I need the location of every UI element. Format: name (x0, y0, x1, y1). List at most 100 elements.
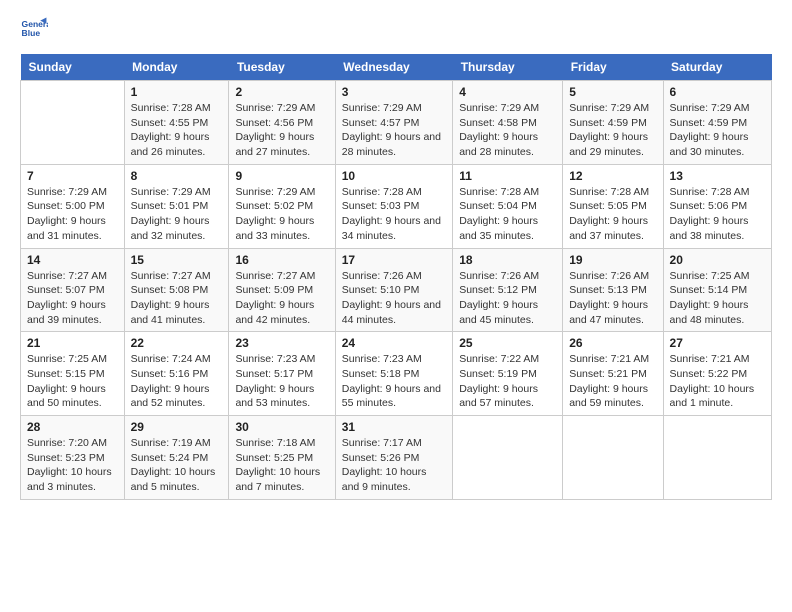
week-row-2: 7 Sunrise: 7:29 AMSunset: 5:00 PMDaylight… (21, 164, 772, 248)
day-info: Sunrise: 7:29 AMSunset: 4:58 PMDaylight:… (459, 101, 556, 160)
day-info: Sunrise: 7:26 AMSunset: 5:10 PMDaylight:… (342, 269, 446, 328)
day-number: 2 (235, 85, 328, 99)
calendar-cell: 10 Sunrise: 7:28 AMSunset: 5:03 PMDayligh… (335, 164, 452, 248)
col-header-tuesday: Tuesday (229, 54, 335, 81)
calendar-cell: 31Sunrise: 7:17 AMSunset: 5:26 PMDayligh… (335, 416, 452, 500)
calendar-cell (21, 81, 125, 165)
day-number: 9 (235, 169, 328, 183)
day-info: Sunrise: 7:21 AMSunset: 5:22 PMDaylight:… (670, 352, 765, 411)
col-header-wednesday: Wednesday (335, 54, 452, 81)
day-info: Sunrise: 7:22 AMSunset: 5:19 PMDaylight:… (459, 352, 556, 411)
day-info: Sunrise: 7:28 AMSunset: 5:04 PMDaylight:… (459, 185, 556, 244)
calendar-cell: 15 Sunrise: 7:27 AMSunset: 5:08 PMDayligh… (124, 248, 229, 332)
day-info: Sunrise: 7:26 AMSunset: 5:13 PMDaylight:… (569, 269, 656, 328)
day-info: Sunrise: 7:29 AMSunset: 5:00 PMDaylight:… (27, 185, 118, 244)
col-header-saturday: Saturday (663, 54, 771, 81)
logo-icon: General Blue (20, 16, 48, 44)
day-info: Sunrise: 7:29 AMSunset: 5:01 PMDaylight:… (131, 185, 223, 244)
calendar-table: SundayMondayTuesdayWednesdayThursdayFrid… (20, 54, 772, 500)
calendar-cell (663, 416, 771, 500)
day-info: Sunrise: 7:19 AMSunset: 5:24 PMDaylight:… (131, 436, 223, 495)
day-info: Sunrise: 7:24 AMSunset: 5:16 PMDaylight:… (131, 352, 223, 411)
calendar-cell: 28Sunrise: 7:20 AMSunset: 5:23 PMDayligh… (21, 416, 125, 500)
calendar-cell: 8 Sunrise: 7:29 AMSunset: 5:01 PMDaylight… (124, 164, 229, 248)
calendar-cell: 23 Sunrise: 7:23 AMSunset: 5:17 PMDayligh… (229, 332, 335, 416)
day-info: Sunrise: 7:29 AMSunset: 5:02 PMDaylight:… (235, 185, 328, 244)
col-header-friday: Friday (563, 54, 663, 81)
day-info: Sunrise: 7:17 AMSunset: 5:26 PMDaylight:… (342, 436, 446, 495)
col-header-monday: Monday (124, 54, 229, 81)
calendar-cell: 25 Sunrise: 7:22 AMSunset: 5:19 PMDayligh… (453, 332, 563, 416)
calendar-cell: 14 Sunrise: 7:27 AMSunset: 5:07 PMDayligh… (21, 248, 125, 332)
col-header-sunday: Sunday (21, 54, 125, 81)
day-number: 3 (342, 85, 446, 99)
calendar-cell: 24Sunrise: 7:23 AMSunset: 5:18 PMDayligh… (335, 332, 452, 416)
week-row-5: 28Sunrise: 7:20 AMSunset: 5:23 PMDayligh… (21, 416, 772, 500)
day-info: Sunrise: 7:28 AMSunset: 4:55 PMDaylight:… (131, 101, 223, 160)
day-info: Sunrise: 7:28 AMSunset: 5:03 PMDaylight:… (342, 185, 446, 244)
day-info: Sunrise: 7:29 AMSunset: 4:59 PMDaylight:… (569, 101, 656, 160)
day-number: 14 (27, 253, 118, 267)
day-number: 21 (27, 336, 118, 350)
day-number: 29 (131, 420, 223, 434)
calendar-cell: 12 Sunrise: 7:28 AMSunset: 5:05 PMDayligh… (563, 164, 663, 248)
calendar-cell: 30 Sunrise: 7:18 AMSunset: 5:25 PMDayligh… (229, 416, 335, 500)
calendar-cell: 21 Sunrise: 7:25 AMSunset: 5:15 PMDayligh… (21, 332, 125, 416)
day-number: 7 (27, 169, 118, 183)
svg-text:Blue: Blue (22, 28, 41, 38)
calendar-cell: 16 Sunrise: 7:27 AMSunset: 5:09 PMDayligh… (229, 248, 335, 332)
week-row-3: 14 Sunrise: 7:27 AMSunset: 5:07 PMDayligh… (21, 248, 772, 332)
header: General Blue (20, 16, 772, 44)
day-number: 4 (459, 85, 556, 99)
day-info: Sunrise: 7:26 AMSunset: 5:12 PMDaylight:… (459, 269, 556, 328)
col-header-thursday: Thursday (453, 54, 563, 81)
day-number: 18 (459, 253, 556, 267)
calendar-cell: 11 Sunrise: 7:28 AMSunset: 5:04 PMDayligh… (453, 164, 563, 248)
calendar-cell (563, 416, 663, 500)
day-number: 23 (235, 336, 328, 350)
calendar-cell: 18 Sunrise: 7:26 AMSunset: 5:12 PMDayligh… (453, 248, 563, 332)
day-number: 20 (670, 253, 765, 267)
logo: General Blue (20, 16, 52, 44)
day-info: Sunrise: 7:29 AMSunset: 4:59 PMDaylight:… (670, 101, 765, 160)
day-number: 15 (131, 253, 223, 267)
day-info: Sunrise: 7:28 AMSunset: 5:05 PMDaylight:… (569, 185, 656, 244)
calendar-cell: 19 Sunrise: 7:26 AMSunset: 5:13 PMDayligh… (563, 248, 663, 332)
day-number: 13 (670, 169, 765, 183)
day-info: Sunrise: 7:23 AMSunset: 5:17 PMDaylight:… (235, 352, 328, 411)
week-row-1: 1 Sunrise: 7:28 AMSunset: 4:55 PMDaylight… (21, 81, 772, 165)
day-number: 16 (235, 253, 328, 267)
calendar-cell: 9 Sunrise: 7:29 AMSunset: 5:02 PMDaylight… (229, 164, 335, 248)
week-row-4: 21 Sunrise: 7:25 AMSunset: 5:15 PMDayligh… (21, 332, 772, 416)
day-info: Sunrise: 7:27 AMSunset: 5:07 PMDaylight:… (27, 269, 118, 328)
calendar-cell: 3 Sunrise: 7:29 AMSunset: 4:57 PMDaylight… (335, 81, 452, 165)
day-info: Sunrise: 7:27 AMSunset: 5:08 PMDaylight:… (131, 269, 223, 328)
day-info: Sunrise: 7:21 AMSunset: 5:21 PMDaylight:… (569, 352, 656, 411)
day-number: 10 (342, 169, 446, 183)
calendar-cell: 7 Sunrise: 7:29 AMSunset: 5:00 PMDaylight… (21, 164, 125, 248)
day-number: 27 (670, 336, 765, 350)
calendar-cell: 5 Sunrise: 7:29 AMSunset: 4:59 PMDaylight… (563, 81, 663, 165)
day-number: 26 (569, 336, 656, 350)
day-number: 12 (569, 169, 656, 183)
day-number: 11 (459, 169, 556, 183)
day-number: 8 (131, 169, 223, 183)
calendar-cell: 4 Sunrise: 7:29 AMSunset: 4:58 PMDaylight… (453, 81, 563, 165)
calendar-cell: 17 Sunrise: 7:26 AMSunset: 5:10 PMDayligh… (335, 248, 452, 332)
day-info: Sunrise: 7:25 AMSunset: 5:15 PMDaylight:… (27, 352, 118, 411)
day-number: 19 (569, 253, 656, 267)
day-number: 28 (27, 420, 118, 434)
day-number: 5 (569, 85, 656, 99)
calendar-cell: 22Sunrise: 7:24 AMSunset: 5:16 PMDayligh… (124, 332, 229, 416)
day-info: Sunrise: 7:18 AMSunset: 5:25 PMDaylight:… (235, 436, 328, 495)
day-info: Sunrise: 7:27 AMSunset: 5:09 PMDaylight:… (235, 269, 328, 328)
day-number: 17 (342, 253, 446, 267)
day-number: 1 (131, 85, 223, 99)
day-number: 25 (459, 336, 556, 350)
calendar-cell: 27 Sunrise: 7:21 AMSunset: 5:22 PMDayligh… (663, 332, 771, 416)
calendar-cell (453, 416, 563, 500)
day-info: Sunrise: 7:23 AMSunset: 5:18 PMDaylight:… (342, 352, 446, 411)
day-info: Sunrise: 7:29 AMSunset: 4:57 PMDaylight:… (342, 101, 446, 160)
day-number: 30 (235, 420, 328, 434)
day-info: Sunrise: 7:25 AMSunset: 5:14 PMDaylight:… (670, 269, 765, 328)
